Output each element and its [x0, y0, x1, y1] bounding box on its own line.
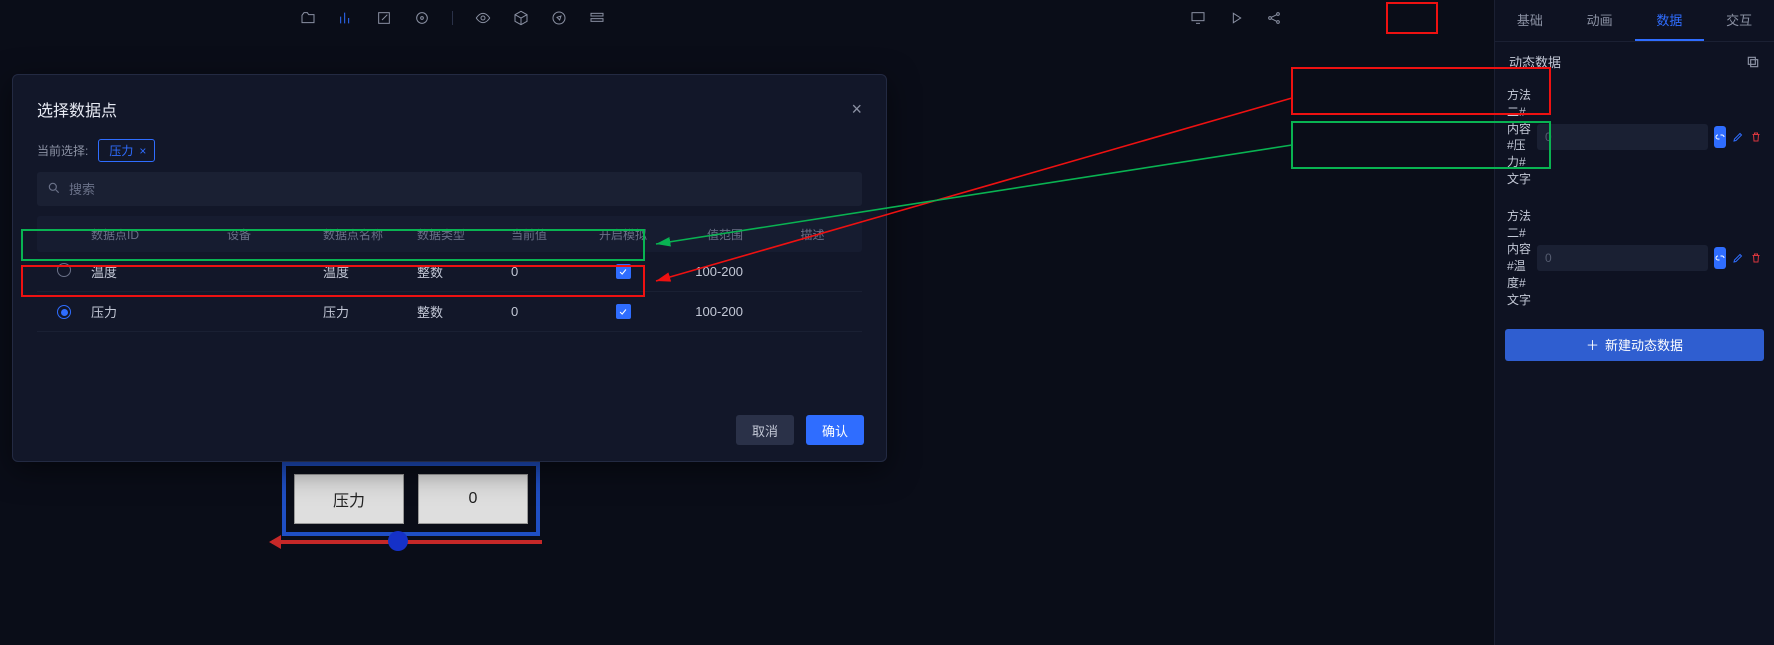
col-type: 数据类型 — [417, 226, 511, 243]
col-sim: 开启模拟 — [583, 226, 663, 243]
monitor-icon[interactable] — [1190, 10, 1206, 26]
row-label: 方法二#内容#压力#文字 — [1507, 87, 1531, 188]
col-id: 数据点ID — [91, 226, 227, 243]
select-datapoint-modal: 选择数据点 × 当前选择: 压力 × 数据点ID 设备 数据点名称 数据类型 当… — [12, 74, 887, 462]
divider — [452, 11, 453, 25]
tag-text: 压力 — [109, 142, 133, 159]
cell-value: 0 — [511, 304, 583, 319]
layout-icon[interactable] — [589, 10, 605, 26]
row-radio[interactable] — [57, 263, 71, 277]
table-row[interactable]: 温度 温度 整数 0 100-200 — [37, 252, 862, 292]
current-selection: 当前选择: 压力 × — [37, 139, 862, 162]
cell-range: 100-200 — [663, 264, 763, 279]
row-value-input[interactable] — [1537, 245, 1708, 271]
modal-footer: 取消 确认 — [736, 415, 864, 445]
top-toolbar-right — [1190, 10, 1282, 26]
link-icon[interactable] — [1714, 247, 1726, 269]
target-icon[interactable] — [414, 10, 430, 26]
row-label: 方法二#内容#温度#文字 — [1507, 208, 1531, 309]
edit-pen-icon[interactable] — [1732, 247, 1744, 269]
current-selection-label: 当前选择: — [37, 142, 88, 159]
canvas-selected-group[interactable]: 压力 0 — [282, 462, 540, 536]
delete-icon[interactable] — [1750, 247, 1762, 269]
top-toolbar-left — [300, 10, 605, 26]
dynamic-data-row: 方法二#内容#压力#文字 — [1505, 81, 1764, 194]
cube-icon[interactable] — [513, 10, 529, 26]
table-row[interactable]: 压力 压力 整数 0 100-200 — [37, 292, 862, 332]
cell-name: 压力 — [323, 302, 417, 321]
right-panel-tabs: 基础 动画 数据 交互 — [1495, 0, 1774, 42]
axis-origin-handle[interactable] — [388, 531, 408, 551]
dynamic-data-row: 方法二#内容#温度#文字 — [1505, 202, 1764, 315]
share-icon[interactable] — [1266, 10, 1282, 26]
col-range: 值范围 — [663, 226, 763, 243]
cell-type: 整数 — [417, 262, 511, 281]
edit-pen-icon[interactable] — [1732, 126, 1744, 148]
search-box — [37, 172, 862, 206]
col-desc: 描述 — [763, 226, 862, 243]
copy-icon[interactable] — [1746, 55, 1760, 69]
search-input[interactable] — [37, 172, 862, 206]
delete-icon[interactable] — [1750, 126, 1762, 148]
col-device: 设备 — [227, 226, 323, 243]
tab-interaction[interactable]: 交互 — [1704, 0, 1774, 41]
sim-checkbox[interactable] — [616, 264, 631, 279]
plus-icon: ＋ — [1586, 335, 1599, 354]
tab-animation[interactable]: 动画 — [1565, 0, 1635, 41]
selection-tag: 压力 × — [98, 139, 155, 162]
cell-id: 温度 — [91, 262, 227, 281]
cell-range: 100-200 — [663, 304, 763, 319]
cell-value: 0 — [511, 264, 583, 279]
add-button-label: 新建动态数据 — [1605, 335, 1683, 354]
col-value: 当前值 — [511, 226, 583, 243]
cell-id: 压力 — [91, 302, 227, 321]
section-head-dynamic-data: 动态数据 — [1495, 42, 1774, 81]
search-icon — [47, 181, 61, 195]
canvas-card-pressure[interactable]: 压力 — [294, 474, 404, 524]
cell-type: 整数 — [417, 302, 511, 321]
add-dynamic-data-button[interactable]: ＋ 新建动态数据 — [1505, 329, 1764, 361]
col-name: 数据点名称 — [323, 226, 417, 243]
link-icon[interactable] — [1714, 126, 1726, 148]
tab-basic[interactable]: 基础 — [1495, 0, 1565, 41]
sim-checkbox[interactable] — [616, 304, 631, 319]
close-icon[interactable]: × — [851, 99, 862, 120]
canvas-card-value[interactable]: 0 — [418, 474, 528, 524]
right-panel: 基础 动画 数据 交互 动态数据 方法二#内容#压力#文字 方法二#内容#温度#… — [1494, 0, 1774, 645]
table-header: 数据点ID 设备 数据点名称 数据类型 当前值 开启模拟 值范围 描述 — [37, 216, 862, 252]
edit-icon[interactable] — [376, 10, 392, 26]
eye-icon[interactable] — [475, 10, 491, 26]
play-icon[interactable] — [1228, 10, 1244, 26]
dynamic-data-rows: 方法二#内容#压力#文字 方法二#内容#温度#文字 — [1495, 81, 1774, 323]
cell-name: 温度 — [323, 262, 417, 281]
confirm-button[interactable]: 确认 — [806, 415, 864, 445]
modal-title: 选择数据点 — [37, 97, 117, 121]
section-title: 动态数据 — [1509, 52, 1561, 71]
row-radio[interactable] — [57, 305, 71, 319]
tab-data[interactable]: 数据 — [1635, 0, 1705, 41]
chart-icon[interactable] — [338, 10, 354, 26]
cancel-button[interactable]: 取消 — [736, 415, 794, 445]
row-value-input[interactable] — [1537, 124, 1708, 150]
compass-icon[interactable] — [551, 10, 567, 26]
camera-icon[interactable] — [300, 10, 316, 26]
tag-remove-icon[interactable]: × — [139, 144, 146, 158]
